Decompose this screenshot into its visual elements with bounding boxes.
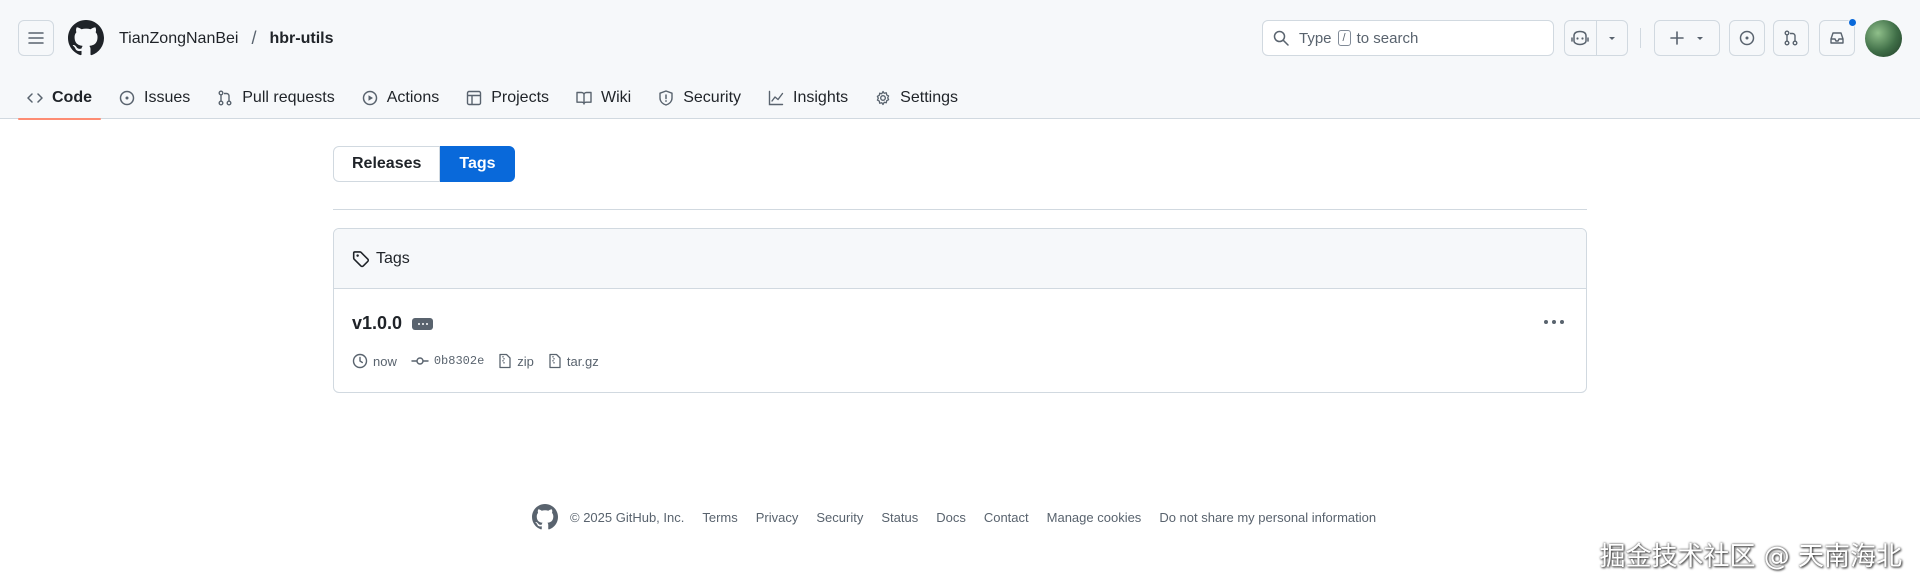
releases-tags-toggle: Releases Tags <box>333 146 515 182</box>
clock-icon <box>352 353 368 369</box>
footer-link-privacy[interactable]: Privacy <box>756 510 799 525</box>
targz-download-link[interactable]: tar.gz <box>548 353 599 369</box>
footer-link-do-not-share[interactable]: Do not share my personal information <box>1159 510 1376 525</box>
issue-icon <box>1739 30 1755 46</box>
copilot-button[interactable] <box>1565 21 1597 55</box>
notification-dot <box>1848 18 1857 27</box>
play-icon <box>362 90 377 105</box>
tag-commit-link[interactable]: 0b8302e <box>411 353 484 369</box>
user-avatar[interactable] <box>1865 20 1902 57</box>
tab-actions[interactable]: Actions <box>353 76 448 119</box>
search-icon <box>1273 30 1289 46</box>
tab-label: Settings <box>900 88 958 106</box>
tag-meta: now 0b8302e zip tar.gz <box>352 353 613 369</box>
footer-link-contact[interactable]: Contact <box>984 510 1029 525</box>
copilot-button-group <box>1564 20 1628 56</box>
footer-link-status[interactable]: Status <box>881 510 918 525</box>
footer: © 2025 GitHub, Inc. Terms Privacy Securi… <box>532 504 1394 530</box>
tag-time-text: now <box>373 353 397 369</box>
zip-label: zip <box>517 353 534 369</box>
code-icon <box>27 92 43 103</box>
kebab-horizontal-icon[interactable] <box>1544 313 1564 331</box>
shield-icon <box>659 89 673 106</box>
footer-link-terms[interactable]: Terms <box>702 510 737 525</box>
tags-box-header: Tags <box>334 229 1586 289</box>
expand-message-button[interactable] <box>412 318 433 330</box>
footer-link-manage-cookies[interactable]: Manage cookies <box>1047 510 1142 525</box>
watermark: 掘金技术社区 @ 天南海北 <box>1599 542 1902 572</box>
breadcrumb: TianZongNanBei / hbr-utils <box>119 28 334 49</box>
targz-label: tar.gz <box>566 353 599 369</box>
tags-box: Tags v1.0.0 now 0b8302e zip tar.gz <box>333 228 1587 393</box>
github-logo-icon[interactable] <box>68 20 104 56</box>
hamburger-icon <box>28 32 44 44</box>
triangle-down-icon <box>1608 37 1615 40</box>
zip-download-link[interactable]: zip <box>498 353 534 369</box>
list-item: v1.0.0 now 0b8302e zip tar.gz <box>334 289 1586 392</box>
tab-label: Pull requests <box>242 88 335 106</box>
tab-label: Security <box>683 88 742 106</box>
releases-button[interactable]: Releases <box>333 146 441 182</box>
commit-sha: 0b8302e <box>433 354 485 368</box>
pull-requests-button[interactable] <box>1773 20 1809 56</box>
book-icon <box>576 91 592 105</box>
tags-button[interactable]: Tags <box>440 146 515 182</box>
tab-projects[interactable]: Projects <box>457 76 558 119</box>
global-header: TianZongNanBei / hbr-utils Type / to sea… <box>0 0 1920 120</box>
repo-nav: Code Issues Pull requests Actions Projec… <box>0 76 976 120</box>
tab-label: Insights <box>793 88 849 106</box>
tab-label: Actions <box>386 88 440 106</box>
tab-pull-requests[interactable]: Pull requests <box>208 76 344 119</box>
header-divider <box>1640 28 1641 48</box>
graph-icon <box>768 90 784 105</box>
tab-code[interactable]: Code <box>18 76 101 120</box>
tab-label: Projects <box>491 88 550 106</box>
create-new-button[interactable] <box>1654 20 1720 56</box>
tab-settings[interactable]: Settings <box>866 76 967 119</box>
tag-icon <box>352 250 370 267</box>
search-shortcut-key: / <box>1337 30 1351 46</box>
tags-box-title: Tags <box>376 249 410 267</box>
breadcrumb-owner-link[interactable]: TianZongNanBei <box>119 30 238 48</box>
search-input[interactable]: Type / to search <box>1262 20 1554 56</box>
tab-insights[interactable]: Insights <box>759 76 857 119</box>
file-zip-icon <box>549 353 561 369</box>
tab-issues[interactable]: Issues <box>110 76 199 119</box>
commit-icon <box>411 357 429 365</box>
tab-label: Code <box>52 88 92 106</box>
pull-request-icon <box>218 90 232 105</box>
section-divider <box>333 209 1587 210</box>
search-prefix: Type <box>1299 29 1332 47</box>
tab-label: Wiki <box>601 88 632 106</box>
breadcrumb-separator: / <box>251 28 257 48</box>
menu-button[interactable] <box>18 20 54 56</box>
plus-icon <box>1670 31 1684 45</box>
issue-icon <box>119 90 135 105</box>
pull-request-icon <box>1784 30 1798 46</box>
search-suffix: to search <box>1356 29 1419 47</box>
footer-link-docs[interactable]: Docs <box>936 510 966 525</box>
breadcrumb-repo-link[interactable]: hbr-utils <box>270 30 334 48</box>
inbox-icon <box>1830 32 1844 44</box>
copilot-dropdown-button[interactable] <box>1597 21 1628 55</box>
github-logo-icon[interactable] <box>532 504 558 530</box>
tab-label: Issues <box>144 88 191 106</box>
tab-security[interactable]: Security <box>649 76 750 119</box>
table-icon <box>467 90 482 105</box>
tab-wiki[interactable]: Wiki <box>567 76 640 119</box>
copilot-icon <box>1571 30 1589 46</box>
footer-link-security[interactable]: Security <box>816 510 863 525</box>
file-zip-icon <box>499 353 511 369</box>
triangle-down-icon <box>1697 37 1703 40</box>
tag-time: now <box>352 353 397 369</box>
issues-button[interactable] <box>1729 20 1765 56</box>
top-bar: TianZongNanBei / hbr-utils Type / to sea… <box>0 0 1920 76</box>
footer-copyright: © 2025 GitHub, Inc. <box>570 509 685 525</box>
gear-icon <box>876 90 890 105</box>
tag-name-link[interactable]: v1.0.0 <box>352 313 402 334</box>
